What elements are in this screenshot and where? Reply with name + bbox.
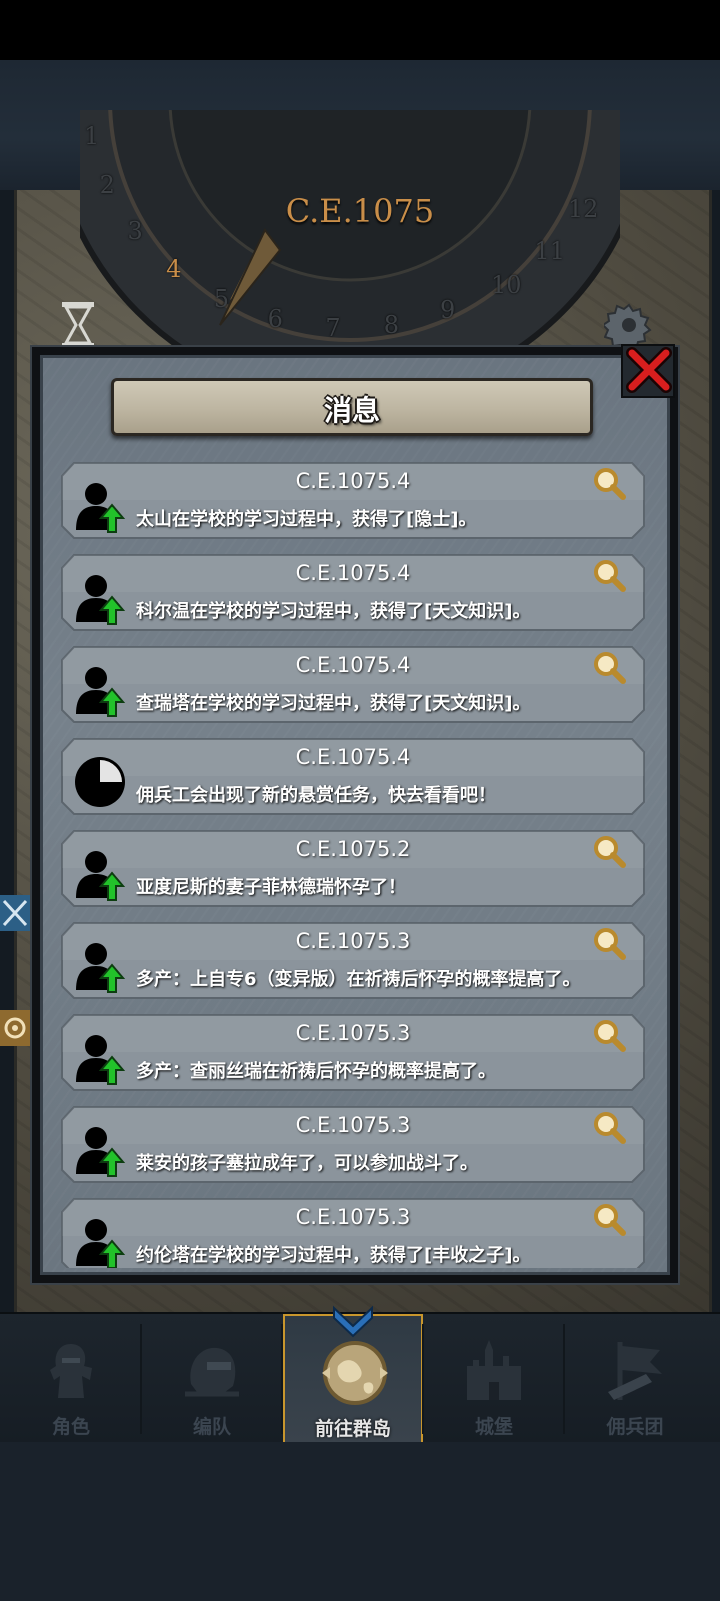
month-number: 5	[213, 285, 229, 314]
message-text: 太山在学校的学习过程中，获得了[隐士]。	[136, 509, 477, 530]
nav-label: 角色	[51, 1416, 90, 1438]
nav-item[interactable]: 编队	[142, 1314, 282, 1444]
nav-divider	[140, 1324, 142, 1434]
message-item[interactable]: C.E.1075.2 亚度尼斯的妻子菲林德瑞怀孕了！	[60, 828, 646, 908]
month-number: 11	[534, 236, 565, 265]
search-icon[interactable]	[592, 1110, 626, 1144]
search-icon[interactable]	[592, 650, 626, 684]
nav-item[interactable]: 佣兵团	[565, 1314, 705, 1444]
crossed-swords-icon[interactable]	[0, 895, 30, 931]
status-bar	[0, 0, 720, 60]
nav-divider	[422, 1324, 424, 1434]
message-item[interactable]: C.E.1075.4 查瑞塔在学校的学习过程中，获得了[天文知识]。	[60, 644, 646, 724]
nav-label: 佣兵团	[606, 1416, 664, 1438]
globe-icon	[322, 1341, 388, 1405]
message-text: 佣兵工会出现了新的悬赏任务，快去看看吧！	[136, 785, 496, 806]
search-icon[interactable]	[592, 926, 626, 960]
message-item[interactable]: C.E.1075.4 太山在学校的学习过程中，获得了[隐士]。	[60, 460, 646, 540]
message-date: C.E.1075.4	[295, 745, 411, 769]
month-number: 7	[325, 313, 341, 342]
message-date: C.E.1075.2	[295, 837, 411, 861]
castle-icon	[467, 1340, 521, 1400]
nav-label: 前往群岛	[314, 1418, 391, 1440]
message-date: C.E.1075.4	[295, 561, 411, 585]
search-icon[interactable]	[592, 1202, 626, 1236]
message-date: C.E.1075.3	[295, 1113, 411, 1137]
nav-item[interactable]: 角色	[1, 1314, 141, 1444]
nav-divider	[281, 1324, 283, 1434]
banner-icon	[608, 1342, 662, 1400]
nav-divider	[563, 1324, 565, 1434]
search-icon[interactable]	[592, 466, 626, 500]
close-button[interactable]	[620, 343, 676, 399]
search-icon[interactable]	[592, 558, 626, 592]
message-text: 莱安的孩子塞拉成年了，可以参加战斗了。	[136, 1153, 478, 1174]
month-number: 2	[99, 171, 115, 200]
month-number: 9	[439, 296, 456, 325]
month-number: 4	[166, 255, 182, 284]
message-item[interactable]: C.E.1075.4 科尔温在学校的学习过程中，获得了[天文知识]。	[60, 552, 646, 632]
message-item[interactable]: C.E.1075.3 约伦塔在学校的学习过程中，获得了[丰收之子]。	[60, 1196, 646, 1268]
knight-icon	[50, 1344, 92, 1398]
message-item[interactable]: C.E.1075.4 佣兵工会出现了新的悬赏任务，快去看看吧！	[60, 736, 646, 816]
month-number: 6	[267, 304, 283, 333]
month-number: 8	[383, 310, 400, 339]
search-icon[interactable]	[592, 1018, 626, 1052]
search-icon[interactable]	[592, 834, 626, 868]
message-date: C.E.1075.3	[295, 1021, 411, 1045]
message-date: C.E.1075.4	[295, 469, 411, 493]
message-text: 约伦塔在学校的学习过程中，获得了[丰收之子]。	[136, 1245, 531, 1266]
message-item[interactable]: C.E.1075.3 莱安的孩子塞拉成年了，可以参加战斗了。	[60, 1104, 646, 1184]
message-item[interactable]: C.E.1075.3 多产：查丽丝瑞在祈祷后怀孕的概率提高了。	[60, 1012, 646, 1092]
target-icon[interactable]	[0, 1010, 30, 1046]
month-number: 10	[491, 271, 522, 300]
message-list[interactable]: C.E.1075.4 太山在学校的学习过程中，获得了[隐士]。 C.E.1075.4…	[60, 460, 646, 1268]
hourglass-icon[interactable]	[58, 300, 98, 350]
dialog-title: 消息	[323, 394, 380, 427]
message-text: 查瑞塔在学校的学习过程中，获得了[天文知识]。	[136, 693, 531, 714]
helmet-icon	[185, 1347, 239, 1397]
chevron-down-icon	[333, 1305, 373, 1338]
dialog-title-banner: 消息	[111, 378, 593, 436]
message-text: 科尔温在学校的学习过程中，获得了[天文知识]。	[136, 601, 531, 622]
message-date: C.E.1075.3	[295, 929, 411, 953]
month-number: 3	[127, 216, 143, 245]
message-date: C.E.1075.4	[295, 653, 411, 677]
bottom-nav: 角色 编队 前往群岛 城堡 佣兵团	[0, 1305, 720, 1444]
message-text: 多产：查丽丝瑞在祈祷后怀孕的概率提高了。	[136, 1061, 496, 1082]
message-text: 亚度尼斯的妻子菲林德瑞怀孕了！	[136, 877, 406, 898]
nav-background	[0, 1442, 720, 1601]
nav-item[interactable]: 城堡	[424, 1314, 564, 1444]
nav-label: 编队	[192, 1416, 231, 1438]
nav-label: 城堡	[474, 1416, 513, 1438]
month-number: 12	[567, 194, 599, 223]
message-text: 多产：上自专6（变异版）在祈祷后怀孕的概率提高了。	[136, 969, 581, 990]
message-item[interactable]: C.E.1075.3 多产：上自专6（变异版）在祈祷后怀孕的概率提高了。	[60, 920, 646, 1000]
message-date: C.E.1075.3	[295, 1205, 411, 1229]
month-number: 1	[83, 121, 100, 150]
